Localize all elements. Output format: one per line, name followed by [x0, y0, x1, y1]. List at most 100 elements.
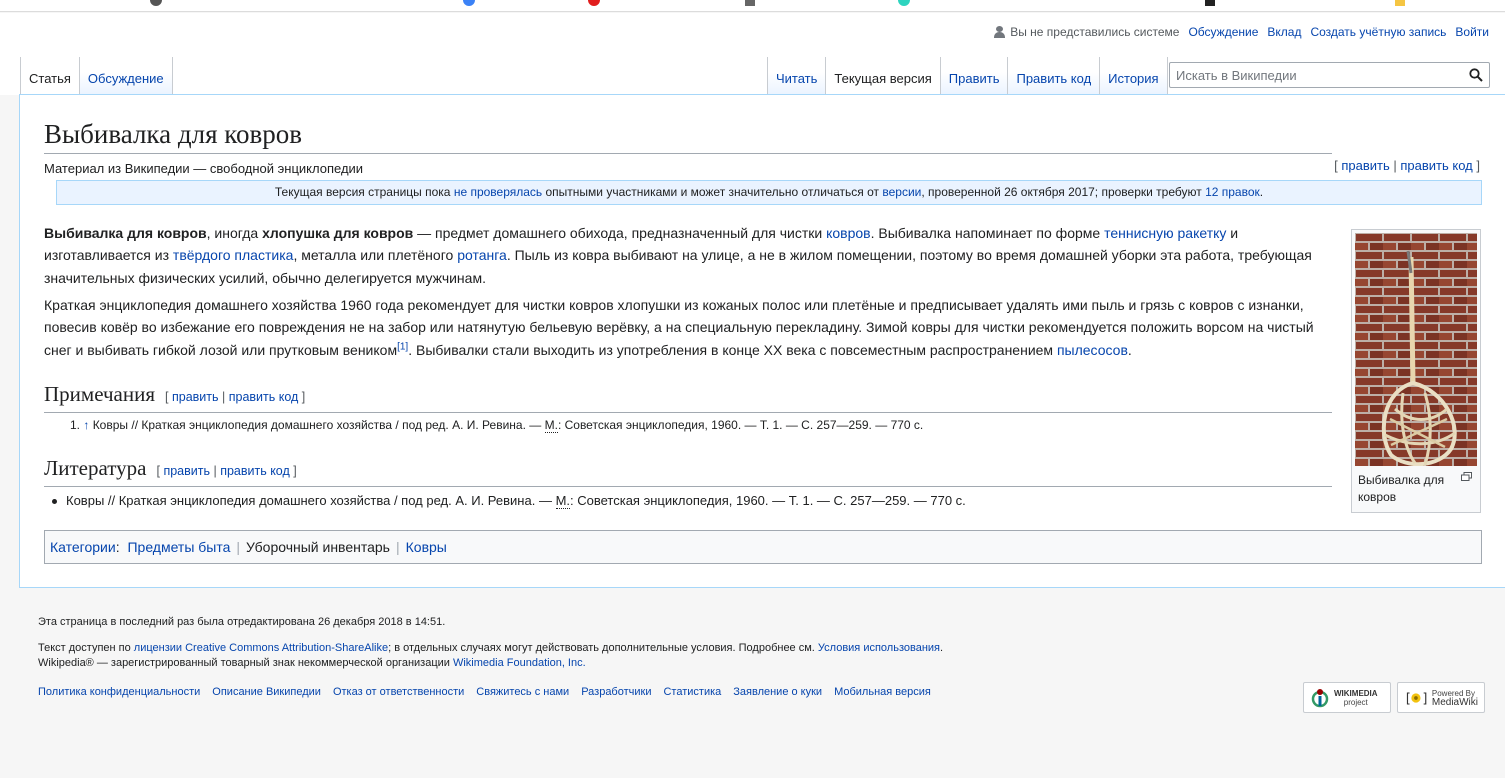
search-icon[interactable] — [1469, 68, 1483, 82]
category-link[interactable]: Ковры — [406, 539, 447, 555]
version-link[interactable]: версии — [882, 185, 921, 199]
history-paragraph: Краткая энциклопедия домашнего хозяйства… — [44, 294, 1334, 361]
footer-link-disclaimer[interactable]: Отказ от ответственности — [333, 686, 464, 698]
tab-article[interactable]: Статья — [20, 57, 80, 96]
article-thumbnail: Выбивалка для ковров — [1351, 229, 1481, 513]
category-link[interactable]: Уборочный инвентарь — [246, 539, 390, 555]
bookmark-icon[interactable] — [1205, 0, 1215, 6]
page-header: Вы не представились системе Обсуждение В… — [0, 13, 1505, 96]
footer-link-cookies[interactable]: Заявление о куки — [733, 686, 822, 698]
badge-subtitle: project — [1343, 697, 1368, 707]
wikimedia-logo-icon — [1311, 688, 1329, 707]
category-links: Категории: Предметы быта | Уборочный инвен… — [44, 530, 1482, 564]
footer-link-mobile[interactable]: Мобильная версия — [834, 686, 931, 698]
bookmark-icon[interactable] — [898, 0, 910, 6]
talk-link[interactable]: Обсуждение — [1188, 25, 1258, 39]
rattan-link[interactable]: ротанга — [457, 247, 507, 263]
footer-links: Политика конфиденциальности Описание Вик… — [38, 686, 931, 698]
bold-term: Выбивалка для ковров — [44, 225, 207, 241]
trademark-info: Wikipedia® — зарегистрированный товарный… — [38, 656, 586, 671]
section-edit-links: [ править | править код ] — [156, 464, 297, 478]
bold-term: хлопушка для ковров — [262, 225, 414, 241]
reference-text: Ковры // Краткая энциклопедия домашнего … — [89, 418, 545, 432]
category-link[interactable]: Предметы быта — [127, 539, 230, 555]
svg-text:]: ] — [1421, 691, 1427, 706]
edit-section-source-link[interactable]: править код — [220, 464, 290, 478]
trademark-text: Wikipedia® — зарегистрированный товарный… — [38, 657, 453, 669]
login-link[interactable]: Войти — [1455, 25, 1489, 39]
notice-text: , проверенной 26 октября 2017; проверки … — [921, 185, 1206, 199]
badge-title: WIKIMEDIA — [1334, 688, 1378, 698]
footer-link-about[interactable]: Описание Википедии — [212, 686, 321, 698]
footer-link-statistics[interactable]: Статистика — [663, 686, 721, 698]
notice-text: Текущая версия страницы пока — [274, 185, 454, 199]
cc-license-link[interactable]: лицензии Creative Commons Attribution-Sh… — [134, 642, 388, 654]
pending-edits-link[interactable]: 12 правок — [1205, 185, 1260, 199]
section-edit-links: [ править | править код ] — [165, 390, 306, 404]
enlarge-icon[interactable] — [1461, 472, 1472, 481]
edit-section-link[interactable]: править — [163, 464, 210, 478]
city-abbreviation: М. — [555, 493, 571, 509]
city-abbreviation: М. — [544, 418, 558, 433]
tennis-racket-link[interactable]: теннисную ракетку — [1104, 225, 1226, 241]
page-title: Выбивалка для ковров — [44, 117, 1332, 154]
paragraph-text: . — [1127, 341, 1132, 358]
bookmark-icon[interactable] — [1395, 0, 1405, 6]
tab-discussion[interactable]: Обсуждение — [79, 57, 173, 95]
hard-plastic-link[interactable]: твёрдого пластика — [173, 247, 294, 263]
wikimedia-foundation-link[interactable]: Wikimedia Foundation, Inc. — [453, 657, 586, 669]
carpets-link[interactable]: ковров — [826, 225, 871, 241]
not-checked-link[interactable]: не проверялась — [454, 185, 542, 199]
footer-link-privacy[interactable]: Политика конфиденциальности — [38, 686, 200, 698]
carpet-beater-photo[interactable] — [1355, 233, 1477, 466]
reference-link[interactable]: [1] — [397, 341, 408, 352]
edit-section-link[interactable]: править — [172, 390, 219, 404]
badge-subtitle: MediaWiki — [1431, 696, 1478, 708]
bookmark-icon[interactable] — [463, 0, 475, 6]
tab-current-version[interactable]: Текущая версия — [826, 57, 941, 96]
user-icon — [994, 26, 1006, 38]
license-text: . — [940, 642, 944, 654]
notice-text: опытными участниками и может значительно… — [542, 185, 883, 199]
footer-link-developers[interactable]: Разработчики — [581, 686, 651, 698]
tab-edit-source[interactable]: Править код — [1008, 57, 1101, 95]
wikimedia-project-badge[interactable]: WIKIMEDIA project — [1303, 682, 1391, 713]
bookmark-icon[interactable] — [588, 0, 600, 6]
bookmark-icon[interactable] — [745, 0, 755, 6]
contributions-link[interactable]: Вклад — [1267, 25, 1301, 39]
search-input[interactable] — [1170, 63, 1460, 87]
paragraph-text: , металла или плетёного — [293, 247, 458, 264]
vacuum-cleaners-link[interactable]: пылесосов — [1057, 342, 1128, 358]
edit-source-link[interactable]: править код — [1400, 158, 1472, 173]
mediawiki-logo-icon: [ ] — [1404, 691, 1428, 706]
tab-read[interactable]: Читать — [767, 57, 827, 95]
edit-section-source-link[interactable]: править код — [229, 390, 299, 404]
thumbnail-caption: Выбивалка для ковров — [1358, 473, 1445, 504]
paragraph-text: , иногда — [206, 225, 263, 241]
bullet-icon — [52, 499, 57, 505]
terms-of-use-link[interactable]: Условия использования — [818, 642, 940, 654]
heading-text: Литература — [44, 456, 147, 480]
tab-history[interactable]: История — [1100, 57, 1168, 95]
literature-text: : Советская энциклопедия, 1960. — Т. 1. … — [570, 493, 966, 508]
paragraph-text: . Выбивалки стали выходить из употреблен… — [408, 341, 1057, 358]
tab-edit[interactable]: Править — [940, 57, 1009, 95]
content-area: Выбивалка для ковров Материал из Википед… — [19, 94, 1505, 588]
powered-by-mediawiki-badge[interactable]: [ ] Powered By MediaWiki — [1397, 682, 1485, 713]
intro-paragraph: Выбивалка для ковров, иногда хлопушка дл… — [44, 222, 1334, 289]
search-box — [1169, 62, 1490, 88]
namespace-tabs: Статья Обсуждение — [20, 57, 173, 96]
license-text: Текст доступен по — [38, 642, 134, 654]
paragraph-text: — предмет домашнего обихода, предназначе… — [413, 225, 827, 241]
paragraph-text: . Выбивалка напоминает по форме — [870, 225, 1105, 241]
footer-link-contact[interactable]: Свяжитесь с нами — [476, 686, 569, 698]
create-account-link[interactable]: Создать учётную запись — [1310, 25, 1446, 39]
license-info: Текст доступен по лицензии Creative Comm… — [38, 641, 943, 656]
edit-link[interactable]: править — [1341, 158, 1389, 173]
reference-number: 1. — [70, 418, 81, 432]
reference-item: 1. ↑ Ковры // Краткая энциклопедия домаш… — [70, 418, 923, 433]
categories-label-link[interactable]: Категории — [50, 539, 116, 555]
bookmark-icon[interactable] — [150, 0, 162, 6]
svg-text:[: [ — [1404, 691, 1412, 706]
personal-tools: Вы не представились системе Обсуждение В… — [994, 25, 1489, 39]
